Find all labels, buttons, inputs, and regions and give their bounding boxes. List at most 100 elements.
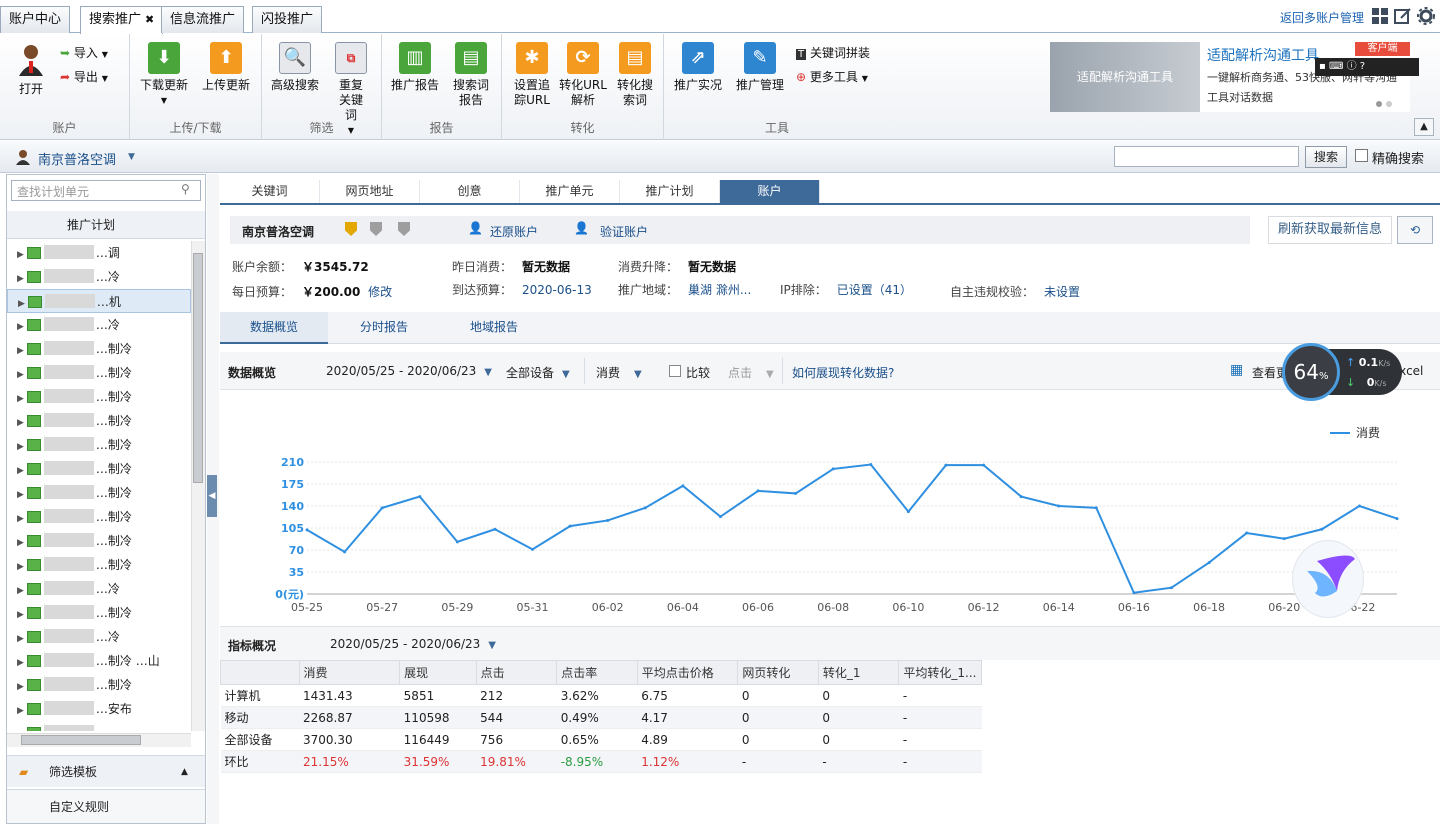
conversion-search-term-button[interactable]: ▤ 转化搜索词 (610, 42, 660, 108)
expand-triangle-icon[interactable]: ▶ (17, 490, 24, 500)
data-point[interactable] (305, 528, 309, 532)
data-point[interactable] (493, 527, 497, 531)
custom-rules-item[interactable]: 自定义规则 (7, 789, 205, 823)
expand-triangle-icon[interactable]: ▶ (17, 250, 24, 260)
network-speed-widget[interactable]: ↑ 0.1K/s ↓ 0K/s 64% (1282, 343, 1402, 403)
client-badge[interactable]: 客户端 (1355, 42, 1410, 56)
subtab-hourly[interactable]: 分时报告 (328, 312, 440, 344)
gear-icon[interactable] (1417, 7, 1435, 25)
upload-update-button[interactable]: ⬆ 上传更新 (198, 42, 254, 93)
device-select[interactable]: 全部设备 ▼ (506, 364, 570, 381)
exact-search-checkbox[interactable] (1355, 149, 1368, 162)
tab-keywords[interactable]: 关键词 (220, 180, 320, 203)
plan-tree-item[interactable]: ▶ …安布 (7, 697, 191, 721)
self-check-link[interactable]: 未设置 (1044, 285, 1080, 299)
data-point[interactable] (756, 489, 760, 493)
promotion-report-button[interactable]: ▥ 推广报告 (388, 42, 442, 93)
restore-account-link[interactable]: 还原账户 (490, 223, 538, 240)
column-header[interactable]: 网页转化 (737, 660, 819, 685)
data-point[interactable] (1357, 504, 1361, 508)
data-point[interactable] (643, 506, 647, 510)
tab-account[interactable]: 账户 (720, 180, 820, 203)
tab-flash-promotion[interactable]: 闪投推广 (252, 6, 323, 33)
more-tools-button[interactable]: ⊕ 更多工具 ▼ (796, 68, 868, 85)
data-point[interactable] (1245, 531, 1249, 535)
plan-tree-item[interactable]: ▶ …机 (7, 289, 191, 313)
floating-assistant[interactable] (1292, 540, 1364, 618)
subtab-region[interactable]: 地域报告 (440, 312, 548, 344)
tab-account-center[interactable]: 账户中心 (0, 6, 71, 33)
account-search-input[interactable] (1114, 146, 1299, 167)
expand-triangle-icon[interactable]: ▶ (17, 634, 24, 644)
expand-triangle-icon[interactable]: ▶ (18, 299, 25, 309)
expand-triangle-icon[interactable]: ▶ (17, 730, 24, 731)
column-header[interactable]: 平均转化_1... (898, 660, 982, 685)
column-header[interactable]: 点击 (475, 660, 558, 685)
data-point[interactable] (906, 510, 910, 514)
search-button[interactable]: 搜索 (1305, 146, 1347, 168)
metrics-date-picker[interactable]: 2020/05/25 - 2020/06/23 ▼ (330, 637, 496, 651)
column-header[interactable]: 展现 (399, 660, 477, 685)
column-header[interactable]: 转化_1 (817, 660, 900, 685)
carousel-dot[interactable] (1376, 101, 1382, 107)
expand-triangle-icon[interactable]: ▶ (17, 658, 24, 668)
plan-tree-item[interactable]: ▶ …调 (7, 241, 191, 265)
scrollbar-thumb[interactable] (21, 735, 141, 745)
data-point[interactable] (1094, 506, 1098, 510)
scrollbar-thumb[interactable] (193, 253, 203, 483)
download-update-button[interactable]: ⬇ 下载更新 ▼ (136, 42, 192, 108)
set-tracking-url-button[interactable]: ✱ 设置追踪URL (508, 42, 556, 108)
edit-icon[interactable] (1394, 7, 1412, 25)
tab-feed-promotion[interactable]: 信息流推广 (161, 6, 245, 33)
expand-triangle-icon[interactable]: ▶ (17, 610, 24, 620)
expand-triangle-icon[interactable]: ▶ (17, 466, 24, 476)
tab-creatives[interactable]: 创意 (420, 180, 520, 203)
plan-tree-item[interactable]: ▶ …制冷 (7, 553, 191, 577)
data-point[interactable] (1395, 517, 1399, 521)
plan-tree-item[interactable]: ▶ …制冷 (7, 601, 191, 625)
data-point[interactable] (1207, 561, 1211, 565)
data-point[interactable] (606, 518, 610, 522)
compare-checkbox[interactable] (669, 365, 681, 377)
account-selector[interactable]: 南京普洛空调 (38, 149, 116, 168)
data-point[interactable] (718, 515, 722, 519)
data-point[interactable] (1057, 504, 1061, 508)
collapse-sidebar-handle[interactable]: ◀ (207, 475, 217, 517)
data-point[interactable] (531, 547, 535, 551)
plan-tree-item[interactable]: ▶ …冷 (7, 625, 191, 649)
plan-tree-item[interactable]: ▶ …冷 (7, 313, 191, 337)
verify-account-link[interactable]: 验证账户 (600, 223, 648, 240)
chevron-up-icon[interactable]: ▲ (181, 756, 188, 788)
plan-tree-item[interactable]: ▶ …制冷 (7, 457, 191, 481)
data-point[interactable] (1169, 586, 1173, 590)
plan-tree-item[interactable]: ▶ …制冷 (7, 337, 191, 361)
tab-plans[interactable]: 推广计划 (620, 180, 720, 203)
tab-urls[interactable]: 网页地址 (320, 180, 420, 203)
data-point[interactable] (1282, 537, 1286, 541)
data-point[interactable] (1019, 495, 1023, 499)
data-point[interactable] (1320, 527, 1324, 531)
open-button[interactable]: 打开 (10, 42, 52, 97)
chevron-down-icon[interactable]: ▼ (128, 152, 135, 162)
carousel-dot[interactable] (1386, 101, 1392, 107)
sync-icon[interactable]: ⟲ (1397, 216, 1433, 244)
search-icon[interactable]: ⚲ (181, 182, 190, 196)
ip-link[interactable]: 已设置（41） (837, 283, 912, 297)
ribbon-collapse-button[interactable]: ▲ (1414, 118, 1434, 136)
data-point[interactable] (380, 506, 384, 510)
plan-tree-item[interactable]: ▶ …制冷 (7, 385, 191, 409)
expand-triangle-icon[interactable]: ▶ (17, 682, 24, 692)
subtab-overview[interactable]: 数据概览 (220, 312, 328, 344)
data-point[interactable] (343, 550, 347, 554)
data-point[interactable] (982, 463, 986, 467)
column-header[interactable]: 平均点击价格 (636, 660, 739, 685)
plan-search-input[interactable]: 查找计划单元 (11, 180, 201, 201)
search-term-report-button[interactable]: ▤ 搜索词报告 (448, 42, 494, 108)
data-point[interactable] (944, 463, 948, 467)
expand-triangle-icon[interactable]: ▶ (17, 346, 24, 356)
expand-triangle-icon[interactable]: ▶ (17, 442, 24, 452)
column-header[interactable]: 消费 (298, 660, 401, 685)
expand-triangle-icon[interactable]: ▶ (17, 586, 24, 596)
import-button[interactable]: ➥ 导入 ▼ (60, 44, 108, 61)
expand-triangle-icon[interactable]: ▶ (17, 538, 24, 548)
